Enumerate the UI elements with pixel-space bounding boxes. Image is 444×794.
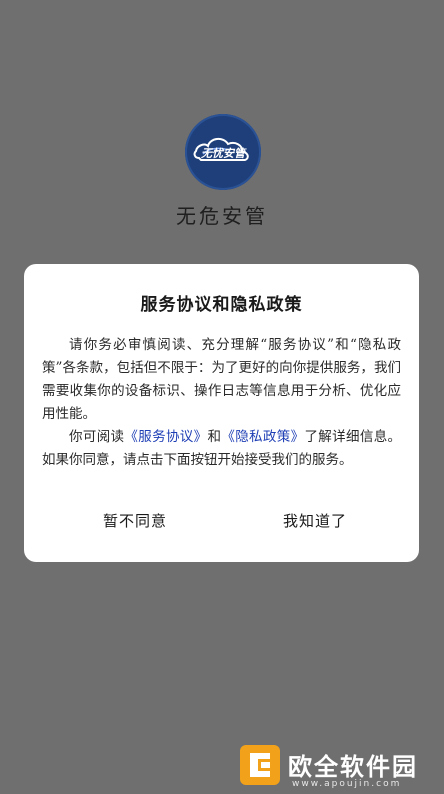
cloud-logo-icon: 无忧安管	[193, 138, 249, 161]
privacy-dialog: 服务协议和隐私政策 请你务必审慎阅读、充分理解“服务协议”和“隐私政策”各条款，…	[24, 264, 419, 562]
paragraph-2-and: 和	[207, 429, 222, 445]
paragraph-2-prefix: 你可阅读	[69, 429, 125, 445]
dialog-title: 服务协议和隐私政策	[140, 295, 303, 315]
brand-icon	[240, 745, 280, 785]
watermark-url: www.apoujin.com	[292, 779, 402, 789]
dialog-paragraph-1: 请你务必审慎阅读、充分理解“服务协议”和“隐私政策”各条款，包括但不限于：为了更…	[42, 337, 401, 422]
privacy-policy-link[interactable]: 《隐私政策》	[221, 429, 304, 445]
watermark: 欧全软件园 www.apoujin.com	[240, 745, 444, 794]
dialog-paragraph-2: 你可阅读《服务协议》和《隐私政策》了解详细信息。如果你同意，请点击下面按钮开始接…	[42, 426, 401, 472]
app-logo: 无忧安管	[185, 114, 261, 190]
decline-button[interactable]: 暂不同意	[96, 510, 174, 531]
logo-text: 无忧安管	[200, 147, 247, 160]
service-agreement-link[interactable]: 《服务协议》	[124, 429, 207, 445]
app-name: 无危安管	[176, 204, 268, 228]
accept-button[interactable]: 我知道了	[276, 510, 354, 531]
watermark-brand: 欧全软件园	[288, 753, 418, 781]
dialog-body: 请你务必审慎阅读、充分理解“服务协议”和“隐私政策”各条款，包括但不限于：为了更…	[42, 334, 401, 472]
